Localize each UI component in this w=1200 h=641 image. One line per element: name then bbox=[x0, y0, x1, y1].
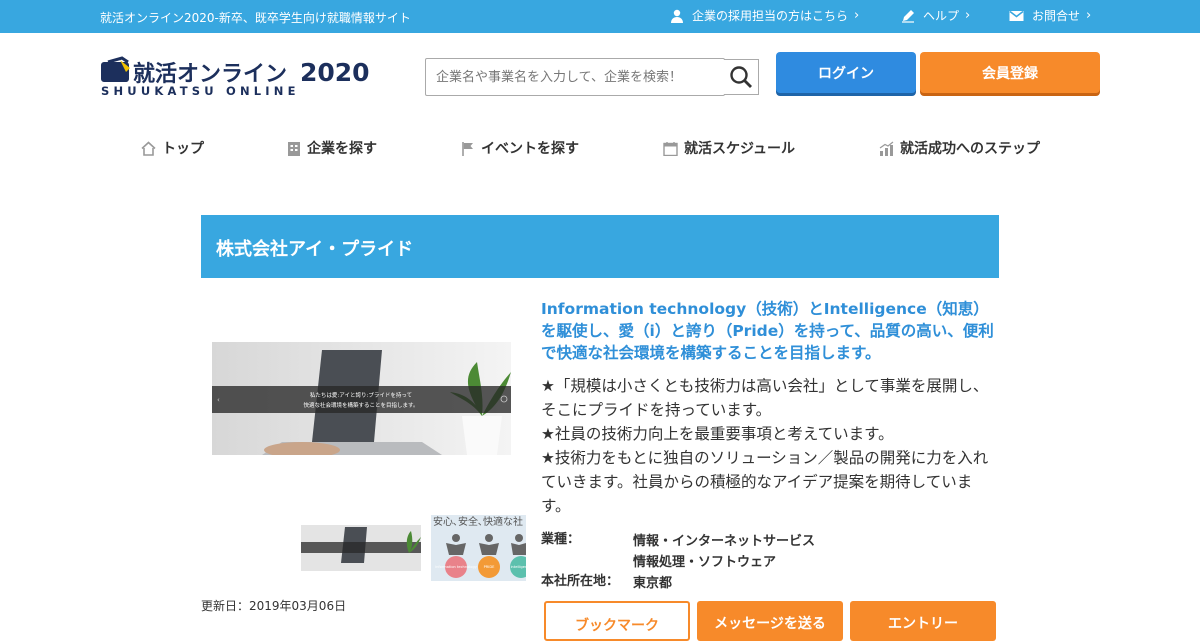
help-link-label: ヘルプ bbox=[923, 9, 960, 23]
industry-label: 業種： bbox=[541, 532, 581, 547]
search-input[interactable] bbox=[425, 58, 725, 96]
industry-value-2: 情報処理・ソフトウェア bbox=[633, 555, 777, 570]
nav-steps-label: 就活成功へのステップ bbox=[900, 141, 1040, 157]
mail-icon bbox=[1009, 10, 1024, 21]
flag-icon bbox=[462, 141, 473, 156]
company-description: ★「規模は小さくとも技術力は高い会社」として事業を展開し、そこにプライドを持って… bbox=[541, 374, 996, 518]
chevron-right-icon: › bbox=[1086, 8, 1092, 23]
updated-date: 更新日：2019年03月06日 bbox=[201, 599, 347, 613]
thumb2-caption: 安心､安全､快適な社 bbox=[433, 515, 523, 528]
briefcase-logo-icon bbox=[101, 56, 130, 82]
thumbnail-2[interactable]: 安心､安全､快適な社 information technology PRIDE … bbox=[431, 515, 526, 581]
logo-year-text: 2020 bbox=[300, 58, 370, 87]
top-bar: 就活オンライン2020-新卒、既卒学生向け就職情報サイト 企業の採用担当の方はこ… bbox=[0, 0, 1200, 33]
building-icon bbox=[288, 141, 300, 156]
search-icon bbox=[730, 66, 752, 88]
search-button[interactable] bbox=[724, 59, 759, 95]
bookmark-button[interactable]: ブックマーク bbox=[544, 601, 690, 641]
chevron-right-icon: › bbox=[854, 8, 860, 23]
company-name: 株式会社アイ・プライド bbox=[216, 239, 414, 260]
entry-button[interactable]: エントリー bbox=[850, 601, 996, 641]
hero-caption-1: 私たちは愛:アイと誇り:プライドを持って bbox=[310, 391, 412, 399]
description-line-2: ★社員の技術力向上を最重要事項と考えています。 bbox=[541, 425, 894, 443]
nav-top-label: トップ bbox=[162, 141, 204, 157]
pencil-icon bbox=[902, 9, 914, 23]
nav-schedule-label: 就活スケジュール bbox=[684, 141, 796, 157]
hq-value: 東京都 bbox=[633, 576, 673, 591]
thumb2-circle-label-1: information technology bbox=[435, 565, 478, 569]
nav-companies-label: 企業を探す bbox=[307, 141, 377, 157]
nav-companies[interactable]: 企業を探す bbox=[287, 138, 377, 158]
send-message-button[interactable]: メッセージを送る bbox=[697, 601, 843, 641]
chevron-right-icon: › bbox=[965, 8, 971, 23]
thumbnail-1[interactable] bbox=[301, 525, 421, 571]
company-headline: Information technology（技術）とIntelligence（… bbox=[541, 300, 994, 362]
company-main-image: 私たちは愛:アイと誇り:プライドを持って 快適な社会環境を構築することを目指しま… bbox=[212, 342, 511, 455]
site-logo[interactable]: 就活オンライン 2020 SHUUKATSU ONLINE bbox=[100, 56, 390, 102]
thumb2-circle-label-2: PRIDE bbox=[484, 565, 495, 569]
nav-steps[interactable]: 就活成功へのステップ bbox=[879, 138, 1040, 158]
help-link[interactable]: ヘルプ › bbox=[901, 7, 970, 24]
industry-value-1: 情報・インターネットサービス bbox=[633, 534, 816, 549]
company-title-bar: 株式会社アイ・プライド bbox=[201, 215, 999, 278]
person-icon bbox=[671, 9, 683, 23]
site-tagline: 就活オンライン2020-新卒、既卒学生向け就職情報サイト bbox=[100, 11, 411, 25]
nav-events[interactable]: イベントを探す bbox=[461, 138, 579, 158]
hq-label: 本社所在地： bbox=[541, 574, 620, 589]
recruiter-link-label: 企業の採用担当の方はこちら bbox=[692, 9, 849, 23]
nav-top[interactable]: トップ bbox=[141, 138, 204, 158]
register-button[interactable]: 会員登録 bbox=[920, 52, 1100, 93]
contact-link-label: お問合せ bbox=[1032, 9, 1081, 23]
recruiter-link[interactable]: 企業の採用担当の方はこちら › bbox=[670, 7, 859, 24]
chart-icon bbox=[879, 141, 894, 156]
hero-caption-2: 快適な社会環境を構築することを目指します。 bbox=[304, 401, 419, 409]
nav-schedule[interactable]: 就活スケジュール bbox=[663, 138, 795, 158]
login-button[interactable]: ログイン bbox=[776, 52, 916, 93]
nav-events-label: イベントを探す bbox=[481, 141, 579, 157]
logo-sub-text: SHUUKATSU ONLINE bbox=[101, 84, 300, 98]
description-line-3: ★技術力をもとに独自のソリューション／製品の開発に力を入れていきます。社員からの… bbox=[541, 449, 989, 515]
home-icon bbox=[141, 140, 156, 156]
calendar-icon bbox=[663, 141, 678, 156]
contact-link[interactable]: お問合せ › bbox=[1009, 7, 1091, 24]
thumb2-circle-label-3: intelligence bbox=[511, 565, 526, 569]
prev-arrow-icon[interactable]: ‹ bbox=[217, 396, 220, 404]
description-line-1: ★「規模は小さくとも技術力は高い会社」として事業を展開し、そこにプライドを持って… bbox=[541, 377, 989, 419]
